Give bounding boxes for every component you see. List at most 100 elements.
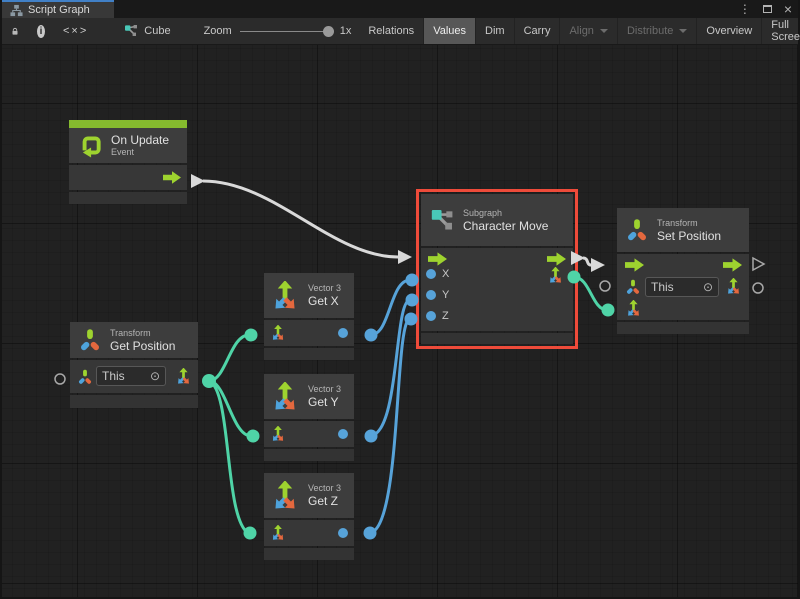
script-graph-window: Script Graph ⋮ × i <×> Cube Zoom: [0, 0, 800, 599]
values-button[interactable]: Values: [424, 18, 476, 44]
node-header: Transform Set Position: [617, 208, 749, 252]
dim-label: Dim: [485, 25, 505, 37]
node-title: Get X: [308, 294, 341, 308]
float-output-port[interactable]: [338, 328, 348, 338]
this-field[interactable]: This ⊙: [645, 277, 719, 297]
node-footer: [617, 322, 749, 334]
edit-graph-button[interactable]: <×>: [54, 18, 97, 44]
node-title: Get Y: [308, 395, 341, 409]
node-title: Get Z: [308, 494, 341, 508]
code-icon: <×>: [63, 25, 88, 37]
flow-input-port[interactable]: [428, 252, 447, 266]
node-title: Character Move: [463, 219, 548, 233]
node-footer: [421, 333, 573, 344]
input-port-z[interactable]: [426, 311, 436, 321]
maximize-icon[interactable]: [763, 5, 772, 13]
flow-input-port[interactable]: [625, 258, 644, 272]
tab-script-graph[interactable]: Script Graph: [2, 0, 114, 18]
node-body: [69, 165, 187, 190]
node-set-position[interactable]: Transform Set Position This ⊙: [617, 208, 749, 334]
node-header: Transform Get Position: [70, 322, 198, 358]
node-header: Vector 3 Get Z: [264, 473, 354, 518]
node-on-update[interactable]: On Update Event: [69, 120, 187, 204]
node-get-x[interactable]: Vector 3 Get X: [264, 273, 354, 360]
vector3-output-port[interactable]: [547, 267, 564, 284]
menu-icon[interactable]: ⋮: [739, 2, 751, 16]
tab-title: Script Graph: [28, 4, 90, 16]
node-get-z[interactable]: Vector 3 Get Z: [264, 473, 354, 560]
distribute-label: Distribute: [627, 25, 673, 37]
float-output-port[interactable]: [338, 429, 348, 439]
transform-input-port[interactable]: [625, 279, 641, 295]
node-footer: [69, 192, 187, 204]
input-port-y[interactable]: [426, 290, 436, 300]
input-label-z: Z: [442, 310, 449, 322]
carry-label: Carry: [524, 25, 551, 37]
align-button[interactable]: Align: [560, 18, 617, 44]
distribute-button[interactable]: Distribute: [618, 18, 697, 44]
relations-button[interactable]: Relations: [359, 18, 424, 44]
node-body: [264, 421, 354, 447]
node-title: On Update: [111, 133, 169, 147]
float-output-port[interactable]: [338, 528, 348, 538]
node-body: [264, 320, 354, 346]
info-button[interactable]: i: [28, 18, 54, 44]
window-controls: ⋮ ×: [739, 0, 792, 18]
node-header: Vector 3 Get X: [264, 273, 354, 318]
zoom-value: 1x: [340, 25, 352, 37]
flow-output-port[interactable]: [723, 258, 742, 272]
chevron-down-icon: [679, 29, 687, 33]
node-footer: [264, 348, 354, 360]
node-footer: [70, 395, 198, 408]
transform-input-port[interactable]: [77, 369, 93, 385]
transform-icon: [78, 328, 102, 352]
full-screen-button[interactable]: Full Screen: [762, 18, 800, 44]
vector3-output-port[interactable]: [725, 278, 742, 295]
this-field[interactable]: This ⊙: [96, 366, 166, 386]
node-type: Vector 3: [308, 283, 341, 294]
vector3-input-port[interactable]: [625, 300, 642, 317]
close-icon[interactable]: ×: [784, 1, 792, 17]
node-type: Transform: [110, 328, 175, 339]
vector3-input-port[interactable]: [270, 325, 286, 341]
zoom-label: Zoom: [204, 25, 232, 37]
zoom-slider-handle[interactable]: [323, 26, 334, 37]
lock-button[interactable]: [2, 18, 28, 44]
input-label-x: X: [442, 268, 449, 280]
vector3-input-port[interactable]: [270, 426, 286, 442]
vector3-icon: [270, 382, 300, 412]
flow-output-port[interactable]: [547, 252, 566, 266]
vector3-output-port[interactable]: [175, 368, 192, 385]
node-footer: [264, 548, 354, 560]
node-type: Transform: [657, 218, 721, 229]
node-body: [264, 520, 354, 546]
dim-button[interactable]: Dim: [476, 18, 515, 44]
graph-owner[interactable]: Cube: [115, 18, 179, 44]
input-port-x[interactable]: [426, 269, 436, 279]
graph-canvas[interactable]: On Update Event Transform Get Position: [2, 45, 798, 597]
full-screen-label: Full Screen: [771, 19, 800, 43]
node-body: This ⊙: [70, 360, 198, 393]
carry-button[interactable]: Carry: [515, 18, 561, 44]
loop-icon: [77, 133, 103, 159]
transform-icon: [625, 218, 649, 242]
overview-label: Overview: [706, 25, 752, 37]
node-footer: [264, 449, 354, 461]
vector3-icon: [270, 481, 300, 511]
zoom-slider[interactable]: [240, 31, 332, 32]
node-subtitle: Event: [111, 147, 169, 158]
node-header: On Update Event: [69, 128, 187, 163]
target-icon[interactable]: ⊙: [703, 280, 713, 294]
graph-icon: [124, 24, 138, 38]
node-get-y[interactable]: Vector 3 Get Y: [264, 374, 354, 461]
node-get-position[interactable]: Transform Get Position This ⊙: [70, 322, 198, 408]
zoom-control: Zoom 1x: [196, 18, 360, 44]
node-body: This ⊙: [617, 254, 749, 320]
this-field-value: This: [102, 369, 125, 383]
flow-output-port[interactable]: [163, 171, 181, 184]
target-icon[interactable]: ⊙: [150, 369, 160, 383]
values-label: Values: [433, 25, 466, 37]
node-character-move[interactable]: Subgraph Character Move X Y Z: [421, 194, 573, 344]
overview-button[interactable]: Overview: [697, 18, 762, 44]
vector3-input-port[interactable]: [270, 525, 286, 541]
